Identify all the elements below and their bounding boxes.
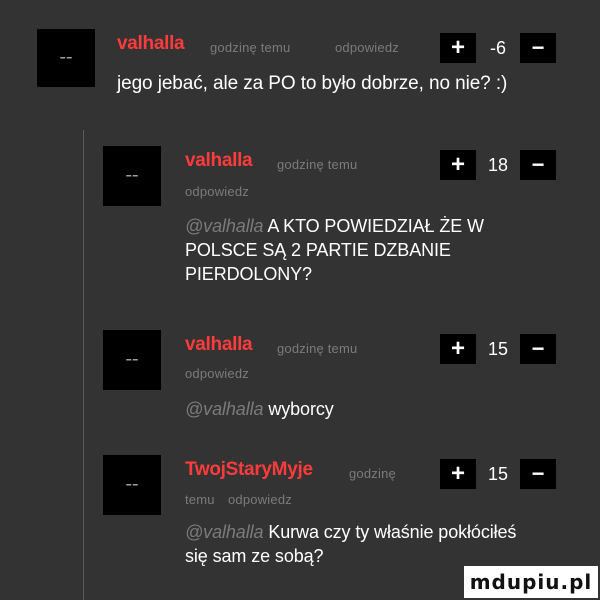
avatar[interactable]: ▬ ▬ (103, 455, 161, 515)
downvote-button[interactable]: − (520, 33, 556, 63)
avatar-logo: ▬ ▬ (126, 172, 138, 179)
username[interactable]: valhalla (185, 150, 253, 172)
avatar[interactable]: ▬ ▬ (103, 146, 161, 206)
avatar-logo: ▬ ▬ (126, 356, 138, 363)
comment-time: godzinę (349, 466, 396, 481)
vote-score: 15 (487, 339, 509, 359)
comment-line: PIERDOLONY? (185, 264, 312, 284)
mention[interactable]: @valhalla (185, 216, 264, 236)
avatar[interactable]: ▬ ▬ (103, 330, 161, 390)
vote-score: 18 (487, 155, 509, 175)
mention[interactable]: @valhalla (185, 522, 264, 542)
comment-time: temu (185, 492, 215, 507)
reply-link[interactable]: odpowiedz (185, 184, 249, 199)
username[interactable]: TwojStaryMyje (185, 459, 313, 481)
vote-score: -6 (489, 38, 506, 58)
comment-text: @valhalla wyborcy (185, 397, 334, 421)
vote-score: 15 (487, 464, 509, 484)
comment-line: Kurwa czy ty właśnie pokłóciłeś (268, 522, 517, 542)
upvote-button[interactable]: + (440, 33, 476, 63)
upvote-button[interactable]: + (440, 150, 476, 180)
mention[interactable]: @valhalla (185, 399, 264, 419)
comment-line: się sam ze sobą? (185, 546, 324, 566)
avatar[interactable]: ▬ ▬ (37, 29, 95, 87)
comment-text: @valhalla A KTO POWIEDZIAŁ ŻE W POLSCE S… (185, 214, 484, 286)
downvote-button[interactable]: − (520, 459, 556, 489)
reply-link[interactable]: odpowiedz (185, 366, 249, 381)
avatar-logo: ▬ ▬ (60, 54, 72, 61)
comment-time: godzinę temu (277, 157, 358, 172)
upvote-button[interactable]: + (440, 334, 476, 364)
avatar-logo: ▬ ▬ (126, 481, 138, 488)
comment-text: jego jebać, ale za PO to było dobrze, no… (117, 73, 508, 94)
comment-line: A KTO POWIEDZIAŁ ŻE W (267, 216, 484, 236)
username[interactable]: valhalla (185, 334, 253, 356)
reply-link[interactable]: odpowiedz (228, 492, 292, 507)
upvote-button[interactable]: + (440, 459, 476, 489)
comment-line: wyborcy (268, 399, 334, 419)
comment-time: godzinę temu (277, 341, 358, 356)
downvote-button[interactable]: − (520, 334, 556, 364)
comment-time: godzinę temu (210, 40, 291, 55)
comment-text: @valhalla Kurwa czy ty właśnie pokłóciłe… (185, 520, 516, 568)
comment-line: POLSCE SĄ 2 PARTIE DZBANIE (185, 240, 451, 260)
downvote-button[interactable]: − (520, 150, 556, 180)
reply-link[interactable]: odpowiedz (335, 40, 399, 55)
thread-line (83, 130, 84, 600)
username[interactable]: valhalla (117, 33, 185, 55)
watermark-logo: mdupiu.pl (464, 566, 598, 598)
